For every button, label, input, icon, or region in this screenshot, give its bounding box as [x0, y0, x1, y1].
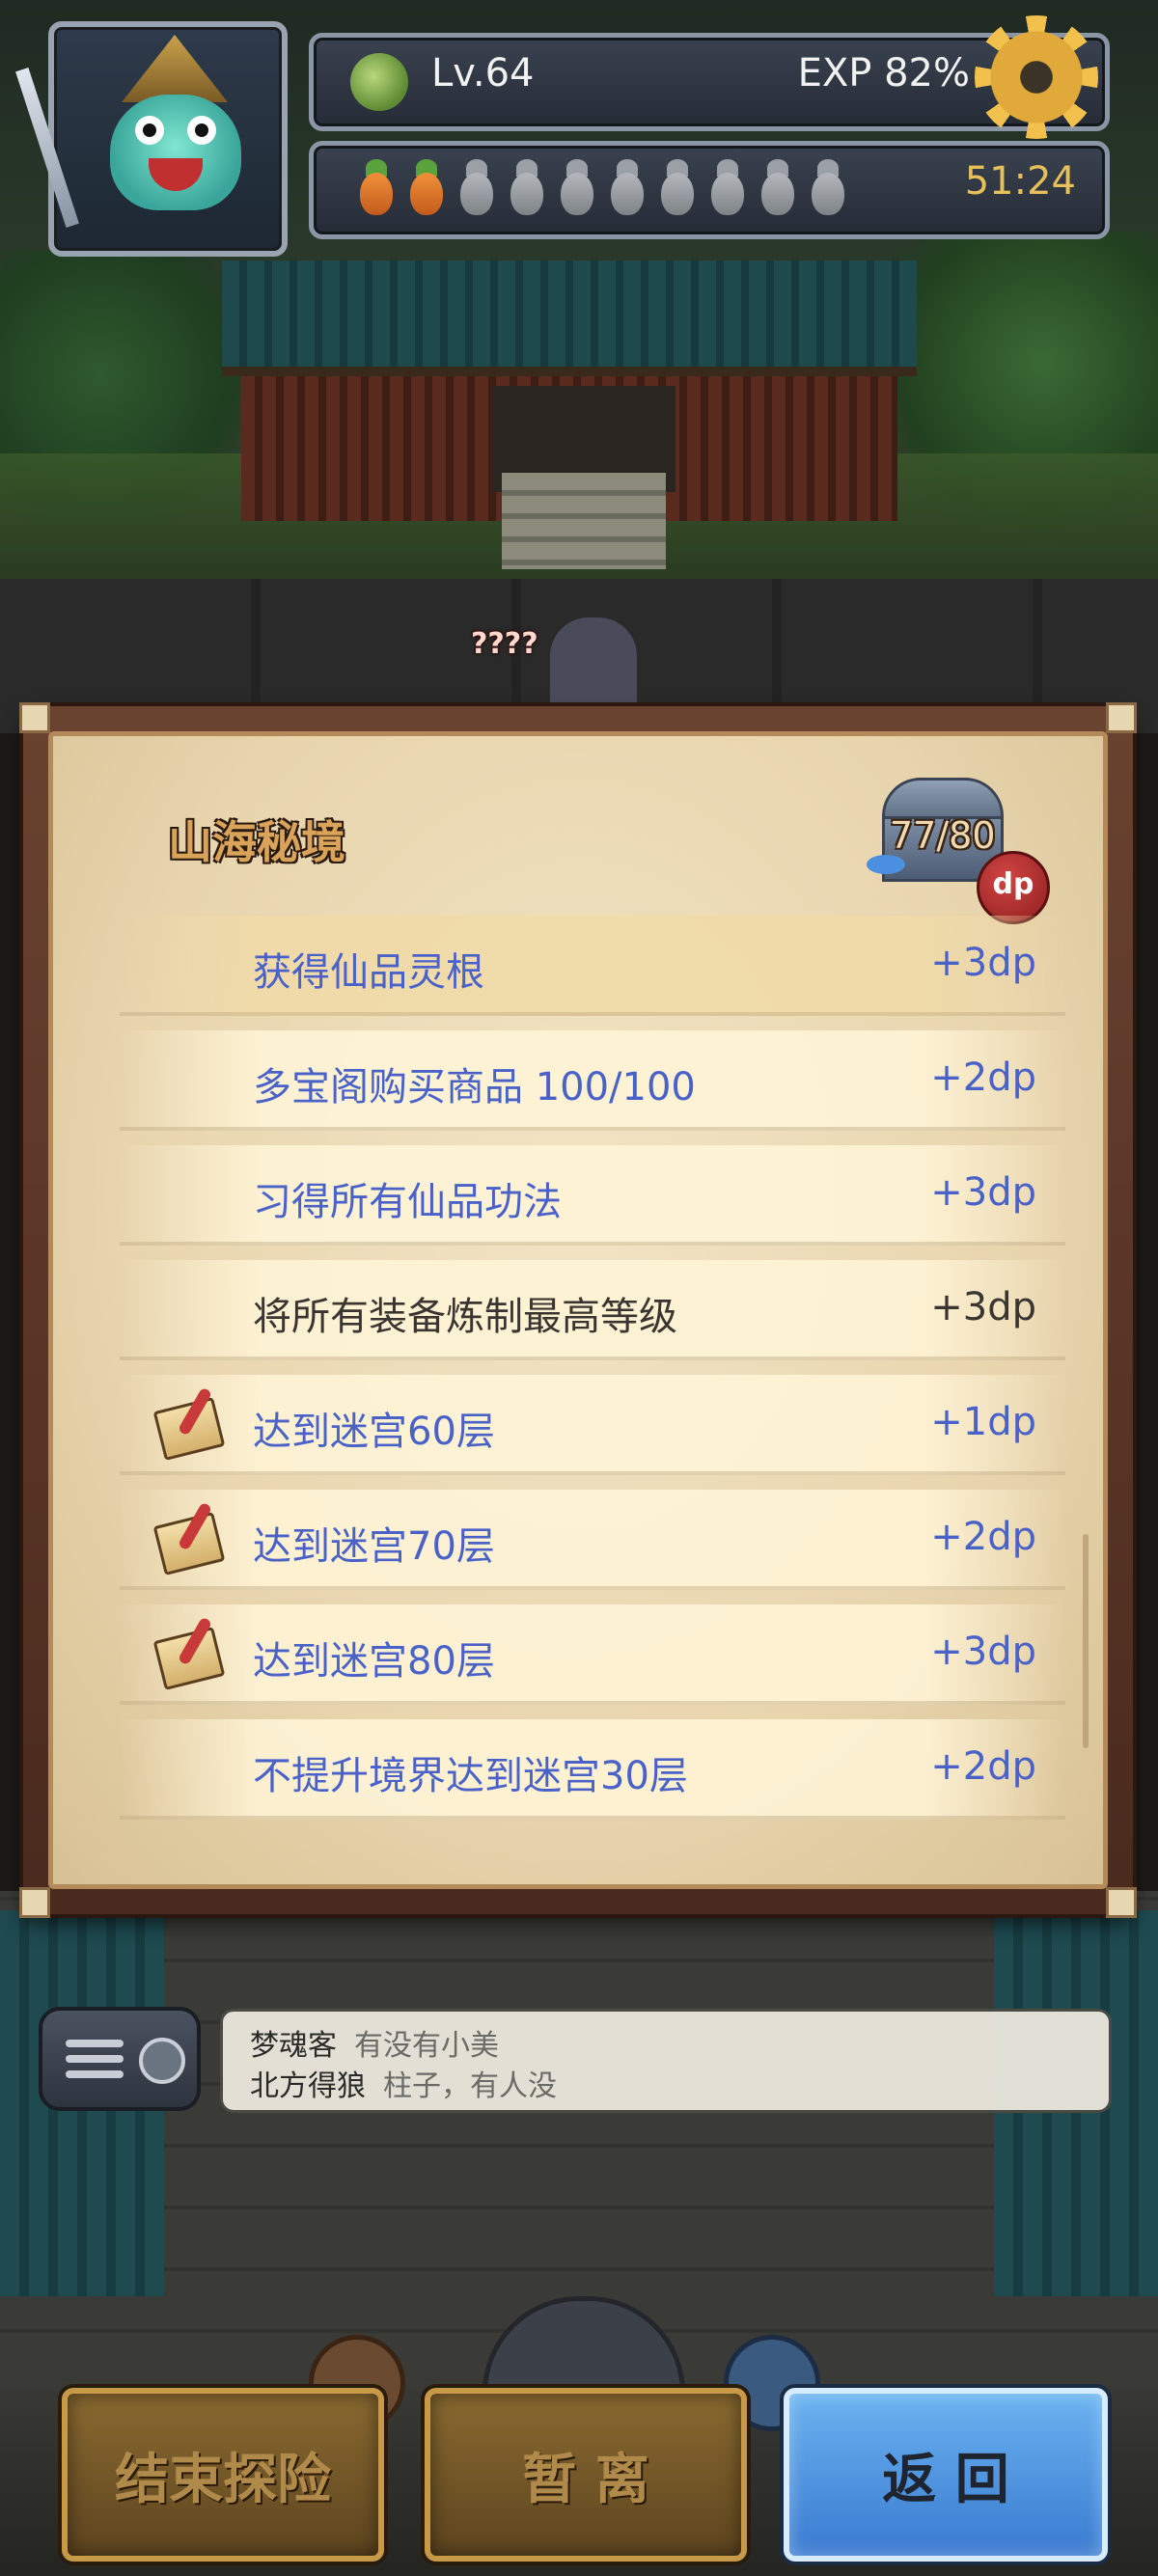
level-label: Lv.64 [431, 51, 535, 96]
plant-icon [350, 53, 408, 111]
eye-icon [135, 116, 164, 145]
achievement-name: 达到迷宫70层 [253, 1524, 495, 1569]
npc-name-label: ???? [471, 627, 538, 661]
achievement-points: +3dp [930, 1285, 1036, 1329]
crown-icon [122, 35, 228, 102]
chat-record-icon [139, 2038, 185, 2084]
dp-badge: dp [977, 851, 1050, 924]
carrot-icon [754, 159, 802, 219]
npc-monster[interactable] [550, 617, 637, 714]
chat-user: 梦魂客 [250, 2029, 337, 2063]
chat-box[interactable]: 梦魂客 有没有小美 北方得狼 柱子，有人没 [220, 2009, 1112, 2113]
menu-line [66, 2055, 124, 2063]
chat-menu-button[interactable] [39, 2007, 201, 2111]
carrot-icon [603, 159, 651, 219]
carrot-icon [653, 159, 702, 219]
carrot-body [460, 173, 493, 215]
carrot-icon [352, 159, 400, 219]
eye-icon [187, 116, 216, 145]
achievement-row[interactable]: 将所有装备炼制最高等级 +3dp [120, 1260, 1065, 1360]
carrot-icon [453, 159, 501, 219]
end-exploration-button[interactable]: 结束探险 [62, 2388, 384, 2562]
temporary-leave-button[interactable]: 暂 离 [425, 2388, 747, 2562]
carrot-body [510, 173, 543, 215]
achievement-name: 习得所有仙品功法 [253, 1180, 562, 1224]
carrot-body [761, 173, 794, 215]
gear-icon [975, 15, 1098, 139]
temple-steps [502, 473, 666, 569]
menu-line [66, 2040, 124, 2047]
achievement-points: +3dp [930, 1170, 1036, 1215]
scroll-quill-icon [151, 1386, 226, 1461]
mouth-icon [149, 158, 203, 191]
achievement-row[interactable]: 多宝阁购买商品 100/100 +2dp [120, 1030, 1065, 1131]
gem-icon [867, 855, 905, 874]
chat-user: 北方得狼 [250, 2069, 366, 2103]
chat-message: 柱子，有人没 [383, 2069, 557, 2103]
achievement-points: +3dp [930, 1630, 1036, 1674]
carrot-body [812, 173, 844, 215]
achievement-row[interactable]: 不提升境界达到迷宫30层 +2dp [120, 1719, 1065, 1820]
panel-title: 山海秘境 [168, 816, 345, 868]
dp-progress: 77/80 [890, 814, 996, 857]
achievement-points: +3dp [930, 941, 1036, 985]
carrot-icon [804, 159, 852, 219]
list-scrollbar[interactable] [1083, 1534, 1089, 1748]
achievement-points: +2dp [930, 1055, 1036, 1100]
achievement-name: 达到迷宫80层 [253, 1639, 495, 1684]
achievement-row[interactable]: 获得仙品灵根 +3dp [120, 916, 1065, 1016]
chat-line: 梦魂客 有没有小美 [250, 2021, 499, 2064]
stamina-timer: 51:24 [964, 159, 1076, 204]
chat-message: 有没有小美 [354, 2029, 499, 2063]
carrot-body [360, 173, 393, 215]
panel-corner [1106, 702, 1137, 733]
carrot-icon [703, 159, 752, 219]
achievement-panel: 山海秘境 77/80 dp 获得仙品灵根 +3dp 多宝阁购买商品 100/100 +… [19, 702, 1137, 1918]
chat-line: 北方得狼 柱子，有人没 [250, 2062, 557, 2104]
player-avatar[interactable] [15, 21, 288, 257]
carrot-body [661, 173, 694, 215]
carrot-icon [402, 159, 451, 219]
achievement-row[interactable]: 达到迷宫70层 +2dp [120, 1490, 1065, 1590]
achievement-name: 获得仙品灵根 [253, 950, 484, 995]
achievement-points: +1dp [930, 1400, 1036, 1444]
carrot-body [410, 173, 443, 215]
achievement-name: 将所有装备炼制最高等级 [253, 1295, 677, 1339]
panel-corner [1106, 1887, 1137, 1918]
panel-corner [19, 1887, 50, 1918]
temple-roof [222, 260, 917, 376]
panel-corner [19, 702, 50, 733]
stamina-carrots [352, 159, 852, 219]
carrot-icon [553, 159, 601, 219]
carrot-body [611, 173, 644, 215]
achievement-name: 不提升境界达到迷宫30层 [253, 1754, 688, 1798]
menu-line [66, 2070, 124, 2078]
achievement-points: +2dp [930, 1515, 1036, 1559]
achievement-row[interactable]: 习得所有仙品功法 +3dp [120, 1145, 1065, 1246]
carrot-body [711, 173, 744, 215]
achievement-name: 达到迷宫60层 [253, 1410, 495, 1454]
achievement-row[interactable]: 达到迷宫80层 +3dp [120, 1604, 1065, 1705]
carrot-body [561, 173, 593, 215]
settings-button[interactable] [975, 15, 1098, 139]
carrot-icon [503, 159, 551, 219]
achievement-name: 多宝阁购买商品 100/100 [253, 1065, 696, 1110]
achievement-list[interactable]: 获得仙品灵根 +3dp 多宝阁购买商品 100/100 +2dp 习得所有仙品功法 +3d… [120, 916, 1065, 1834]
scroll-quill-icon [151, 1616, 226, 1690]
frog-face-icon [110, 95, 241, 210]
back-button[interactable]: 返 回 [784, 2388, 1108, 2562]
achievement-points: +2dp [930, 1744, 1036, 1789]
exp-label: EXP 82% [797, 51, 970, 96]
scroll-quill-icon [151, 1501, 226, 1576]
stamina-bar: 51:24 [309, 141, 1110, 239]
achievement-row[interactable]: 达到迷宫60层 +1dp [120, 1375, 1065, 1475]
